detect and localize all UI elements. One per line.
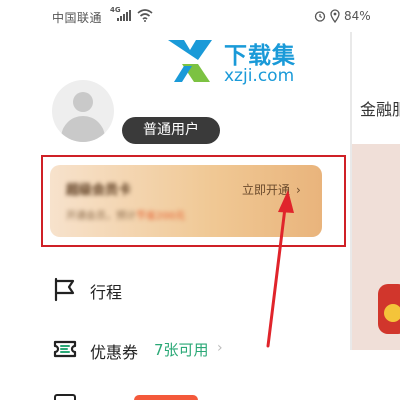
vip-card-subtitle: 开通会员，预计节省200元 xyxy=(66,211,186,222)
menu-item-label: 优惠券 xyxy=(90,343,139,362)
alarm-icon xyxy=(314,11,326,22)
coupon-icon xyxy=(53,340,77,358)
vip-card-title: 超级会员卡 xyxy=(66,183,132,198)
coin-icon xyxy=(384,304,400,322)
background-app[interactable]: 金融服 xyxy=(352,32,400,400)
background-bottom xyxy=(352,350,400,400)
background-banner[interactable] xyxy=(352,144,400,350)
signal-icon xyxy=(117,10,131,21)
wifi-icon xyxy=(137,9,153,22)
chevron-right-icon: › xyxy=(217,340,223,356)
chevron-right-icon: › xyxy=(296,183,301,197)
status-bar: 中国联通 4G 84% xyxy=(0,0,400,32)
battery-level: 84% xyxy=(344,9,371,23)
promo-badge xyxy=(134,395,198,400)
coupon-count: 7张可用 xyxy=(154,341,209,359)
avatar-head xyxy=(73,92,93,112)
vip-card[interactable]: 超级会员卡 开通会员，预计节省200元 立即开通 › xyxy=(50,165,322,237)
watermark-title: 下载集 xyxy=(224,43,296,69)
menu-icon-partial xyxy=(54,394,76,400)
user-level-badge[interactable]: 普通用户 xyxy=(122,117,220,144)
menu-item-partial[interactable] xyxy=(50,388,350,400)
carrier-label: 中国联通 xyxy=(52,11,103,25)
watermark-mark-icon xyxy=(168,40,212,82)
watermark-logo: 下载集 xzji.com xyxy=(162,36,302,86)
menu-item-label: 行程 xyxy=(90,283,123,302)
avatar[interactable] xyxy=(52,80,114,142)
menu-item-trips[interactable]: 行程 xyxy=(50,272,290,306)
watermark-url: xzji.com xyxy=(224,66,295,86)
location-icon xyxy=(330,9,340,23)
flag-icon xyxy=(54,277,75,302)
background-app-title: 金融服 xyxy=(360,100,400,119)
menu-item-coupons[interactable]: 优惠券 7张可用 › xyxy=(50,332,290,366)
avatar-body xyxy=(61,116,105,142)
activate-now-button[interactable]: 立即开通 xyxy=(242,181,290,198)
